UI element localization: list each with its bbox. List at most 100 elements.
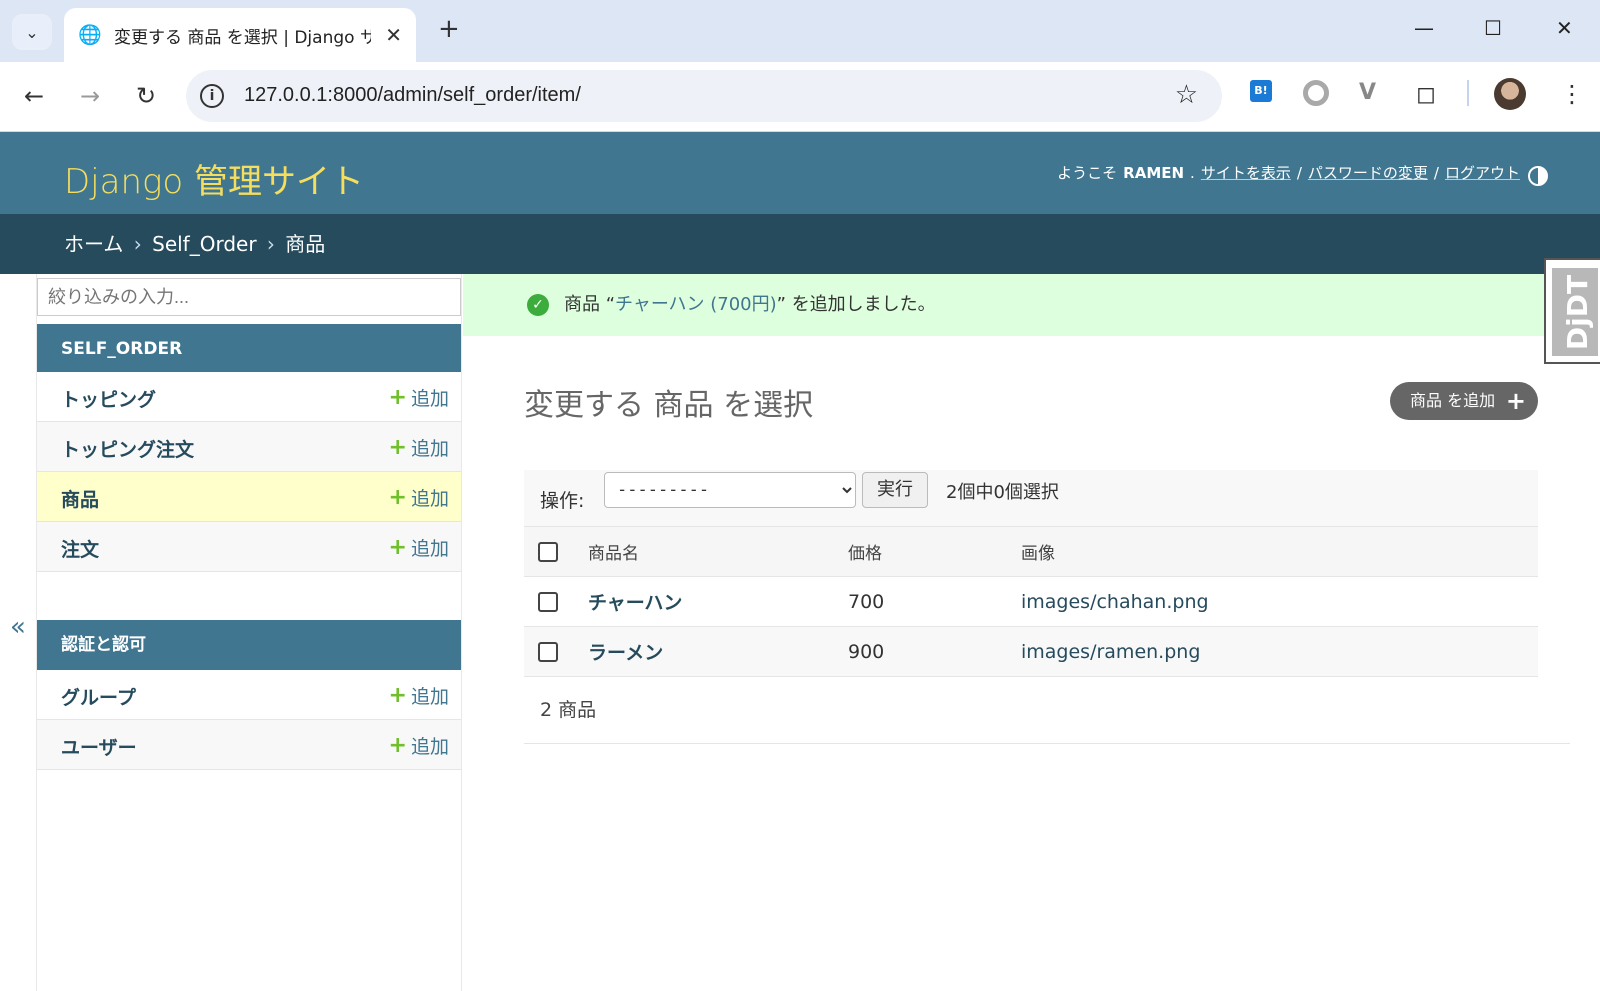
debug-toolbar-label: DjDT <box>1561 274 1595 351</box>
user-tools: ようこそ RAMEN. サイトを表示 / パスワードの変更 / ログアウト <box>1057 162 1520 183</box>
table-header-row: 商品名 価格 画像 <box>524 526 1538 577</box>
action-select[interactable]: --------- <box>604 472 856 508</box>
theme-toggle-icon[interactable] <box>1528 166 1548 186</box>
breadcrumb-app[interactable]: Self_Order <box>152 232 256 256</box>
browser-toolbar: ← → ↻ i 127.0.0.1:8000/admin/self_order/… <box>0 62 1600 132</box>
circle-extension-icon[interactable] <box>1303 80 1329 106</box>
browser-menu-icon[interactable]: ⋮ <box>1560 80 1584 108</box>
nav-sidebar: SELF_ORDER トッピング +追加 トッピング注文 +追加 商品 +追加 … <box>36 274 462 991</box>
close-window-icon[interactable]: ✕ <box>1556 16 1573 40</box>
sidebar-item-users[interactable]: ユーザー + 追加 <box>37 720 461 770</box>
site-brand[interactable]: Django 管理サイト <box>64 154 364 203</box>
add-label: 追加 <box>410 488 449 510</box>
result-list-table: 商品名 価格 画像 チャーハン 700 images/chahan.png ラー… <box>524 526 1538 677</box>
welcome-text: ようこそ <box>1057 164 1118 182</box>
module-caption-self-order[interactable]: SELF_ORDER <box>37 324 461 374</box>
sidebar-item-order[interactable]: 注文 + 追加 <box>37 522 461 572</box>
breadcrumb: ホーム › Self_Order › 商品 <box>0 214 1600 274</box>
sidebar-item-label[interactable]: ユーザー <box>61 733 137 760</box>
maximize-icon[interactable]: ☐ <box>1484 16 1502 40</box>
add-label: 追加 <box>410 538 449 560</box>
message-link[interactable]: チャーハン (700円) <box>615 294 777 315</box>
sidebar-item-label[interactable]: トッピング <box>61 385 156 412</box>
change-password-link[interactable]: パスワードの変更 <box>1308 162 1428 183</box>
sidebar-item-topping[interactable]: トッピング + 追加 <box>37 372 461 422</box>
toolbar-divider <box>1467 80 1469 106</box>
add-label: 追加 <box>410 388 449 410</box>
run-action-button[interactable]: 実行 <box>862 472 928 508</box>
plus-icon: + <box>388 535 407 560</box>
tab-title: 変更する 商品 を選択 | Django サ <box>114 27 372 48</box>
add-label: 追加 <box>410 686 449 708</box>
price-cell: 700 <box>848 576 1020 627</box>
logout-link[interactable]: ログアウト <box>1445 162 1520 183</box>
tab-search-button[interactable]: ⌄ <box>12 14 52 50</box>
breadcrumb-home[interactable]: ホーム <box>64 232 123 256</box>
sidebar-item-groups[interactable]: グループ + 追加 <box>37 670 461 720</box>
hatena-bookmark-extension-icon[interactable]: B! <box>1250 80 1272 102</box>
reload-icon[interactable]: ↻ <box>136 82 156 110</box>
image-cell[interactable]: images/chahan.png <box>1020 576 1538 627</box>
add-label: 追加 <box>410 736 449 758</box>
row-checkbox[interactable] <box>538 592 558 612</box>
admin-header: Django 管理サイト ようこそ RAMEN. サイトを表示 / パスワードの… <box>0 132 1600 214</box>
site-info-icon[interactable]: i <box>200 84 224 108</box>
add-link[interactable]: + 追加 <box>389 484 449 511</box>
add-link[interactable]: + 追加 <box>389 434 449 461</box>
paginator: 2 商品 <box>524 676 1570 744</box>
minimize-icon[interactable]: — <box>1414 16 1434 40</box>
column-header-image[interactable]: 画像 <box>1020 526 1538 577</box>
url-text[interactable]: 127.0.0.1:8000/admin/self_order/item/ <box>244 84 581 107</box>
browser-tab-active[interactable]: 🌐 変更する 商品 を選択 | Django サ ✕ <box>64 8 416 62</box>
sidebar-item-label[interactable]: 注文 <box>61 535 99 562</box>
column-header-name[interactable]: 商品名 <box>586 526 848 577</box>
breadcrumb-current: 商品 <box>285 232 326 256</box>
add-link[interactable]: + 追加 <box>389 534 449 561</box>
message-prefix: 商品 “ <box>564 294 616 315</box>
close-tab-icon[interactable]: ✕ <box>385 23 402 47</box>
sidebar-item-label[interactable]: トッピング注文 <box>61 435 194 462</box>
chevron-down-icon: ⌄ <box>25 22 39 42</box>
plus-icon: + <box>388 435 407 460</box>
name-cell: チャーハン <box>586 576 848 627</box>
plus-icon: + <box>388 485 407 510</box>
row-checkbox[interactable] <box>538 642 558 662</box>
sidebar-item-label[interactable]: グループ <box>61 683 136 710</box>
sidebar-item-topping-order[interactable]: トッピング注文 + 追加 <box>37 422 461 472</box>
sidebar-item-item[interactable]: 商品 + 追加 <box>37 472 461 522</box>
select-all-checkbox[interactable] <box>538 541 558 562</box>
sidebar-item-label[interactable]: 商品 <box>61 485 99 512</box>
add-link[interactable]: + 追加 <box>389 682 449 709</box>
image-cell[interactable]: images/ramen.png <box>1020 626 1538 677</box>
separator: / <box>1433 163 1439 182</box>
action-label: 操作: <box>540 490 585 512</box>
view-site-link[interactable]: サイトを表示 <box>1201 162 1291 183</box>
actions-bar: 操作: --------- 実行 2個中0個選択 <box>524 470 1538 526</box>
debug-toolbar-label-bg: DjDT <box>1552 268 1598 356</box>
breadcrumb-separator: › <box>133 232 142 256</box>
add-link[interactable]: + 追加 <box>389 732 449 759</box>
new-tab-icon[interactable]: + <box>438 14 460 44</box>
bookmark-star-icon[interactable]: ☆ <box>1175 80 1198 110</box>
success-message: ✓ 商品 “チャーハン (700円)” を追加しました。 <box>463 274 1600 336</box>
forward-icon[interactable]: → <box>80 82 100 110</box>
back-icon[interactable]: ← <box>24 82 44 110</box>
toggle-nav-sidebar-button[interactable]: « <box>0 274 36 991</box>
item-name-link[interactable]: チャーハン <box>588 592 682 614</box>
nav-filter-input[interactable] <box>37 278 461 316</box>
add-link[interactable]: + 追加 <box>389 384 449 411</box>
address-bar[interactable]: i 127.0.0.1:8000/admin/self_order/item/ … <box>186 70 1222 122</box>
table-row: チャーハン 700 images/chahan.png <box>524 576 1538 627</box>
plus-icon: + <box>388 733 407 758</box>
add-item-button[interactable]: 商品 を追加 + <box>1390 382 1538 420</box>
module-caption-auth[interactable]: 認証と認可 <box>37 620 461 670</box>
debug-toolbar-handle[interactable]: DjDT <box>1544 258 1600 364</box>
separator: / <box>1296 163 1302 182</box>
profile-avatar[interactable] <box>1494 78 1526 110</box>
extensions-puzzle-icon[interactable]: ◻ <box>1416 80 1436 108</box>
item-name-link[interactable]: ラーメン <box>588 642 663 664</box>
row-check-cell <box>524 576 586 627</box>
column-header-price[interactable]: 価格 <box>848 526 1020 577</box>
double-chevron-left-icon: « <box>10 612 26 642</box>
vue-extension-icon[interactable]: V <box>1359 80 1376 105</box>
